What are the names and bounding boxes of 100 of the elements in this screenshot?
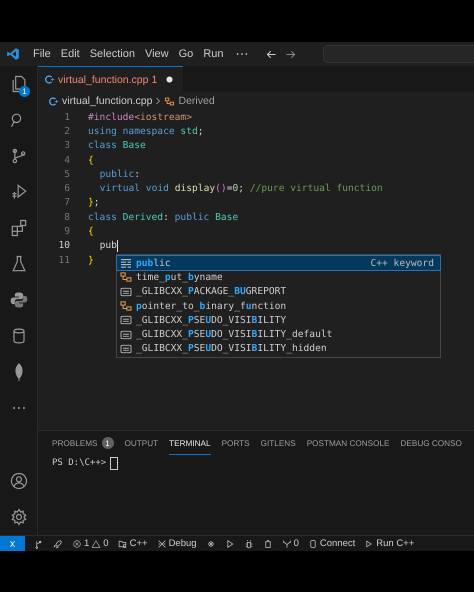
more-icon[interactable] bbox=[10, 405, 26, 411]
chevron-icon bbox=[155, 97, 162, 105]
panel-tab[interactable]: TERMINAL bbox=[169, 431, 211, 455]
panel-tab[interactable]: POSTMAN CONSOLE bbox=[306, 431, 390, 455]
ports-icon bbox=[282, 538, 292, 548]
unsaved-dot-icon[interactable] bbox=[166, 76, 174, 83]
editor-tab[interactable]: virtual_function.cpp 1 bbox=[38, 66, 184, 92]
settings-icon[interactable] bbox=[8, 507, 28, 527]
account-icon[interactable] bbox=[8, 471, 28, 491]
menu-item[interactable]: Run bbox=[198, 48, 228, 60]
macro-icon bbox=[120, 315, 132, 326]
trash-icon[interactable] bbox=[262, 538, 273, 548]
debug-status[interactable]: Debug bbox=[156, 538, 197, 549]
code-line: pub bbox=[98, 240, 118, 252]
panel-tab-label: TERMINAL bbox=[169, 438, 211, 448]
breadcrumb-item[interactable]: Derived bbox=[178, 95, 215, 107]
suggestion-label: public bbox=[136, 258, 172, 269]
panel-tab-label: PROBLEMS bbox=[52, 438, 98, 448]
keyword-icon bbox=[120, 258, 132, 268]
code-line: public: bbox=[98, 168, 140, 180]
code-line: using namespace std; bbox=[88, 126, 204, 137]
line-number: 9 bbox=[63, 226, 70, 238]
suggestion-item[interactable]: _GLIBCXX_PSEUDO_VISIBILITY_hidden bbox=[117, 342, 440, 356]
panel-tab[interactable]: GITLENS bbox=[260, 431, 296, 455]
suggestion-label: _GLIBCXX_PACKAGE_BUGREPORT bbox=[136, 286, 288, 298]
suggestion-label: _GLIBCXX_PSEUDO_VISIBILITY_hidden bbox=[136, 343, 328, 354]
panel-tab[interactable]: PROBLEMS 1 bbox=[52, 431, 114, 455]
menu-item[interactable]: Go bbox=[174, 48, 198, 60]
code-line: class Derived: public Base bbox=[88, 212, 238, 223]
line-number: 4 bbox=[63, 154, 70, 166]
line-number: 1 bbox=[63, 112, 70, 123]
problem-count: 1 bbox=[151, 74, 158, 86]
cpp-file-icon bbox=[44, 74, 55, 85]
line-number: 11 bbox=[57, 254, 70, 266]
class-icon bbox=[120, 272, 132, 282]
notification-badge: 1 bbox=[19, 86, 30, 97]
suggestion-label: _GLIBCXX_PSEUDO_VISIBILITY_default bbox=[136, 329, 334, 340]
line-number: 8 bbox=[63, 212, 70, 223]
bug-icon[interactable] bbox=[244, 538, 254, 548]
error-icon bbox=[72, 538, 82, 548]
more-icon[interactable] bbox=[234, 51, 248, 57]
run-icon bbox=[364, 538, 374, 548]
app-logo-icon bbox=[6, 47, 20, 61]
suggestion-detail: C++ keyword bbox=[370, 258, 434, 269]
class-icon bbox=[120, 301, 132, 312]
code-line: { bbox=[88, 154, 94, 166]
panel-tab-label: DEBUG CONSO bbox=[400, 438, 462, 448]
suggestion-item[interactable]: _GLIBCXX_PSEUDO_VISIBILITY_default bbox=[117, 327, 440, 342]
warning-icon bbox=[91, 538, 102, 548]
code-line: virtual void display()=0; //pure virtual function bbox=[98, 183, 383, 194]
line-number: 2 bbox=[63, 126, 70, 137]
panel-tab-label: OUTPUT bbox=[124, 438, 158, 448]
remote-button[interactable] bbox=[0, 536, 25, 551]
menu-item[interactable]: File bbox=[28, 48, 56, 60]
problems-status[interactable]: 1 0 bbox=[72, 538, 109, 549]
macro-icon bbox=[120, 344, 132, 354]
rocket-icon[interactable] bbox=[53, 538, 63, 548]
run-status[interactable]: Run C++ bbox=[364, 538, 414, 549]
menu-item[interactable]: Selection bbox=[84, 48, 140, 60]
menu-item[interactable]: View bbox=[140, 48, 174, 60]
cpp-icon bbox=[118, 538, 128, 548]
line-number: 10 bbox=[57, 240, 70, 252]
suggestion-label: pointer_to_binary_function bbox=[136, 300, 288, 312]
panel-tab[interactable]: PORTS bbox=[222, 431, 250, 455]
breadcrumb-item[interactable]: virtual_function.cpp bbox=[62, 95, 152, 107]
panel-tab[interactable]: OUTPUT bbox=[124, 431, 158, 455]
graph-icon[interactable] bbox=[34, 538, 44, 548]
macro-icon bbox=[120, 330, 132, 340]
menu-item[interactable]: Edit bbox=[56, 48, 85, 60]
ports-status[interactable]: 0 bbox=[282, 538, 299, 549]
count-badge: 1 bbox=[102, 437, 114, 449]
suggestion-item[interactable]: time_put_byname bbox=[117, 270, 440, 285]
cpp-status[interactable]: C++ bbox=[118, 538, 148, 549]
code-line: class Base bbox=[88, 140, 146, 152]
tab-title: virtual_function.cpp bbox=[58, 74, 148, 86]
line-number: 5 bbox=[63, 168, 70, 180]
panel-tab[interactable]: DEBUG CONSO bbox=[400, 431, 462, 455]
remote-icon bbox=[8, 538, 18, 548]
python-icon[interactable] bbox=[8, 290, 28, 310]
suggestion-item[interactable]: _GLIBCXX_PACKAGE_BUGREPORT bbox=[117, 284, 440, 299]
code-line: } bbox=[88, 254, 94, 266]
panel-tab-label: POSTMAN CONSOLE bbox=[306, 438, 390, 448]
suggestion-item[interactable]: pointer_to_binary_function bbox=[117, 298, 440, 314]
play-icon[interactable] bbox=[224, 538, 235, 548]
panel-tab-label: PORTS bbox=[222, 438, 250, 448]
suggestion-item[interactable]: _GLIBCXX_PSEUDO_VISIBILITY bbox=[117, 313, 440, 328]
terminal-cursor bbox=[110, 456, 118, 470]
code-line: { bbox=[88, 226, 94, 238]
class-icon bbox=[164, 96, 176, 106]
cpp-file-icon bbox=[48, 96, 59, 106]
suggestion-item[interactable]: public C++ keyword bbox=[117, 256, 440, 270]
line-number: 7 bbox=[63, 197, 70, 208]
line-number: 6 bbox=[63, 183, 70, 194]
suggestion-label: time_put_byname bbox=[136, 272, 224, 283]
connect-status[interactable]: Connect bbox=[308, 538, 356, 549]
terminal-prompt: PS D:\C++> bbox=[52, 458, 106, 468]
panel-tab-label: GITLENS bbox=[260, 438, 296, 448]
line-number: 3 bbox=[63, 140, 70, 152]
suggestion-label: _GLIBCXX_PSEUDO_VISIBILITY bbox=[136, 314, 288, 326]
macro-icon bbox=[120, 286, 132, 297]
